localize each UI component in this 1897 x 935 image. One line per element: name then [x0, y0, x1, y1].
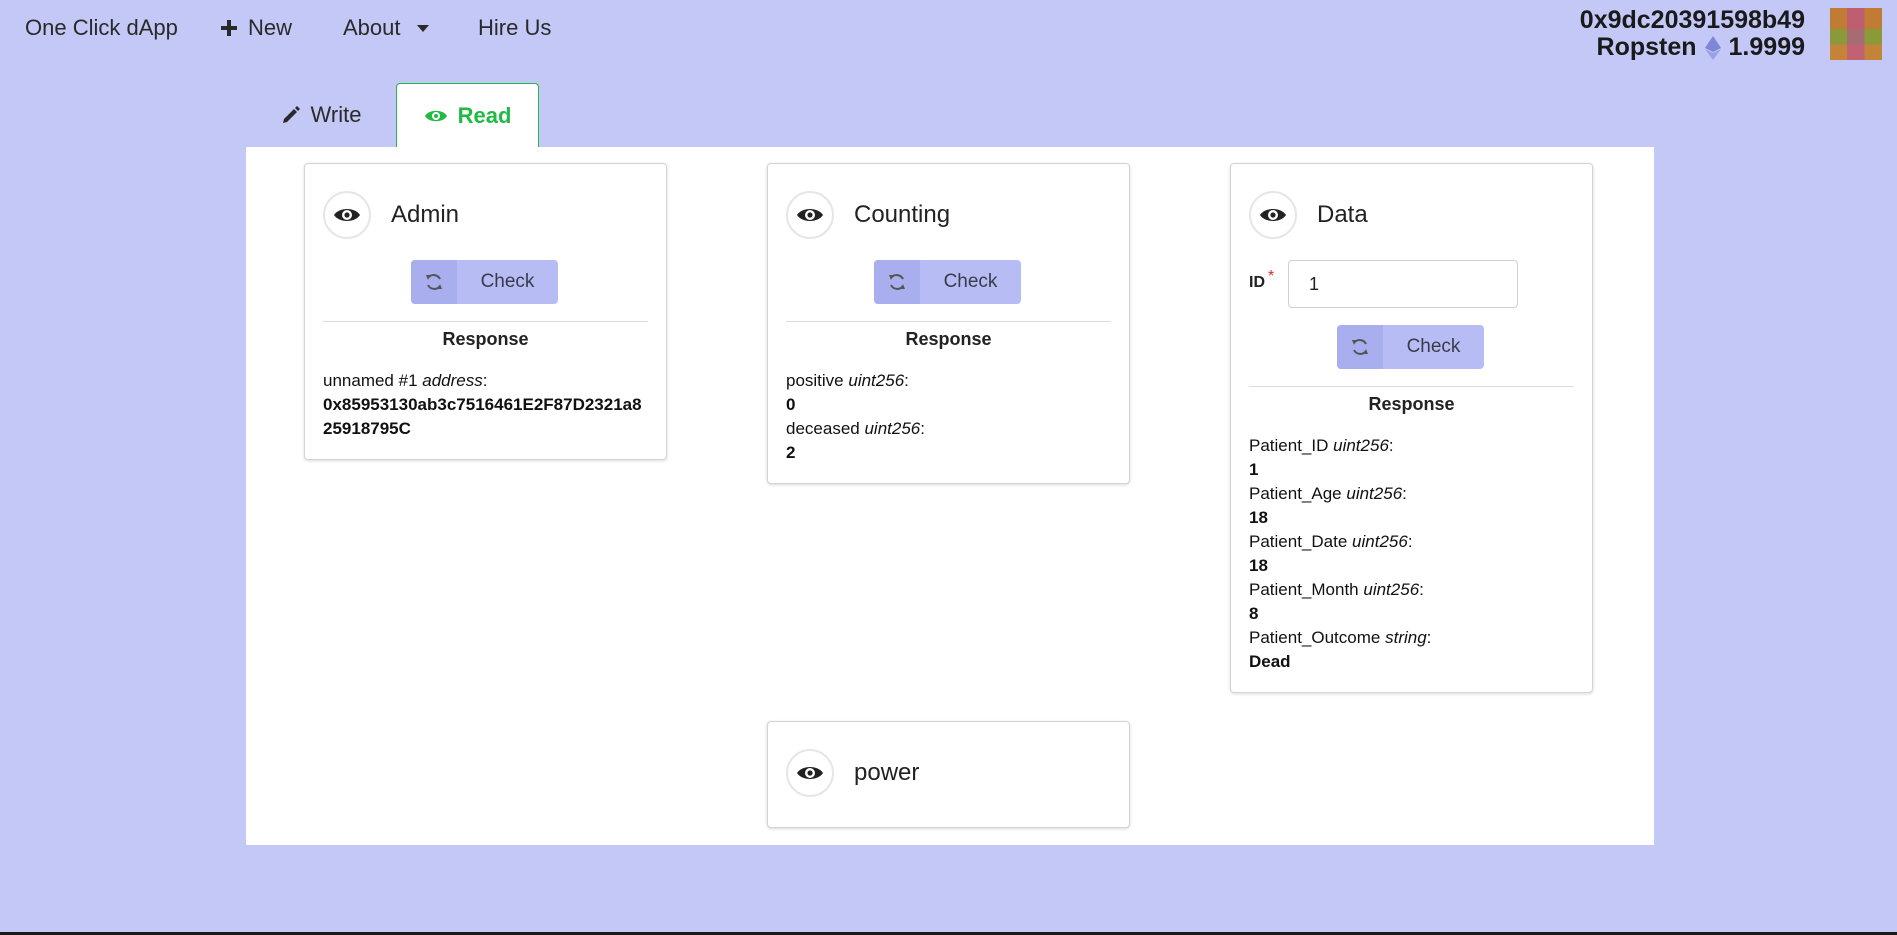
admin-card-header: Admin [323, 191, 459, 239]
hire-us-label: Hire Us [478, 15, 552, 40]
brand-label: One Click dApp [25, 15, 178, 40]
eye-icon [786, 191, 834, 239]
field-label: Patient_Month uint256: [1249, 580, 1424, 599]
field-name: Patient_Date [1249, 532, 1348, 551]
counting-card-header: Counting [786, 191, 950, 239]
field-name: positive [786, 371, 844, 390]
refresh-icon [874, 260, 920, 304]
network-name: Ropsten [1596, 33, 1697, 61]
admin-response: unnamed #1 address: 0x85953130ab3c751646… [323, 369, 648, 441]
field-type: uint256 [1352, 532, 1408, 551]
tab-write-label: Write [310, 102, 362, 127]
power-card[interactable]: power [767, 721, 1130, 828]
id-label-text: ID [1249, 274, 1265, 291]
field-value: 2 [786, 443, 796, 462]
card-title: Data [1317, 201, 1368, 228]
hire-us-link[interactable]: Hire Us [478, 15, 551, 41]
data-response: Patient_ID uint256: 1 Patient_Age uint25… [1249, 434, 1574, 674]
read-panel: Admin Check Response unnamed #1 address:… [246, 147, 1654, 845]
about-dropdown[interactable]: About [343, 15, 429, 41]
refresh-icon [411, 260, 457, 304]
data-card-header: Data [1249, 191, 1368, 239]
field-name: Patient_ID [1249, 436, 1329, 455]
field-value: 8 [1249, 604, 1259, 623]
card-title: power [854, 759, 920, 786]
admin-check-button[interactable]: Check [411, 260, 558, 304]
tab-read[interactable]: Read [396, 83, 539, 148]
pencil-icon [282, 106, 300, 123]
tab-write[interactable]: Write [246, 83, 396, 147]
field-value: 18 [1249, 556, 1268, 575]
field-value: 1 [1249, 460, 1259, 479]
counting-check-button[interactable]: Check [874, 260, 1021, 304]
caret-down-icon [416, 24, 429, 32]
check-label: Check [1406, 336, 1461, 357]
field-value: Dead [1249, 652, 1291, 671]
new-link[interactable]: New [220, 15, 292, 41]
new-label: New [248, 15, 293, 40]
eye-icon [1249, 191, 1297, 239]
field-type: uint256 [1333, 436, 1389, 455]
card-title: Counting [854, 201, 951, 228]
field-name: unnamed #1 [323, 371, 418, 390]
field-label: positive uint256: [786, 371, 909, 390]
field-type: uint256 [864, 419, 921, 438]
eye-icon [424, 110, 447, 122]
network-row: Ropsten 1.9999 [1580, 34, 1805, 61]
eye-icon [786, 749, 834, 797]
field-label: Patient_Outcome string: [1249, 628, 1432, 647]
account-info: 0x9dc20391598b49 Ropsten 1.9999 [1580, 7, 1805, 61]
eye-icon [323, 191, 371, 239]
check-label: Check [943, 271, 998, 292]
avatar[interactable] [1830, 8, 1882, 60]
ethereum-icon [1704, 35, 1721, 60]
top-navbar: One Click dApp New About Hire Us 0x9dc20… [0, 0, 1897, 61]
check-label: Check [480, 271, 535, 292]
divider [786, 321, 1111, 322]
field-value: 18 [1249, 508, 1268, 527]
balance-value: 1.9999 [1728, 33, 1805, 61]
divider [1249, 386, 1574, 387]
refresh-icon [1337, 325, 1383, 369]
field-name: deceased [786, 419, 860, 438]
about-label: About [343, 15, 401, 40]
field-type: uint256 [1363, 580, 1420, 599]
admin-card: Admin Check Response unnamed #1 address:… [304, 163, 667, 460]
field-label: Patient_Date uint256: [1249, 532, 1413, 551]
field-name: Patient_Outcome [1249, 628, 1381, 647]
field-name: Patient_Age [1249, 484, 1342, 503]
plus-icon [221, 20, 237, 36]
field-name: Patient_Month [1249, 580, 1359, 599]
card-title: Admin [391, 201, 460, 228]
account-address: 0x9dc20391598b49 [1579, 6, 1805, 34]
id-field-label: ID * [1249, 268, 1274, 292]
field-type: uint256 [1346, 484, 1403, 503]
field-label: Patient_ID uint256: [1249, 436, 1394, 455]
response-title: Response [1368, 394, 1455, 414]
field-label: deceased uint256: [786, 419, 925, 438]
field-label: unnamed #1 address: [323, 371, 488, 390]
data-check-button[interactable]: Check [1337, 325, 1484, 369]
id-input[interactable] [1288, 260, 1518, 308]
response-title: Response [442, 329, 529, 349]
field-label: Patient_Age uint256: [1249, 484, 1407, 503]
tab-read-label: Read [457, 103, 512, 128]
power-card-header: power [786, 749, 919, 797]
field-value: 0x85953130ab3c7516461E2F87D2321a82591879… [323, 395, 642, 438]
counting-card: Counting Check Response positive uint256… [767, 163, 1130, 484]
field-type: uint256 [848, 371, 905, 390]
counting-response: positive uint256: 0 deceased uint256: 2 [786, 369, 1111, 465]
brand-link[interactable]: One Click dApp [25, 15, 178, 41]
field-type: string [1385, 628, 1427, 647]
data-card: Data ID* Check Response Patient_ID uint2… [1230, 163, 1593, 693]
divider [323, 321, 648, 322]
response-title: Response [905, 329, 992, 349]
required-marker: * [1268, 268, 1275, 285]
field-type: address [422, 371, 483, 390]
field-value: 0 [786, 395, 796, 414]
